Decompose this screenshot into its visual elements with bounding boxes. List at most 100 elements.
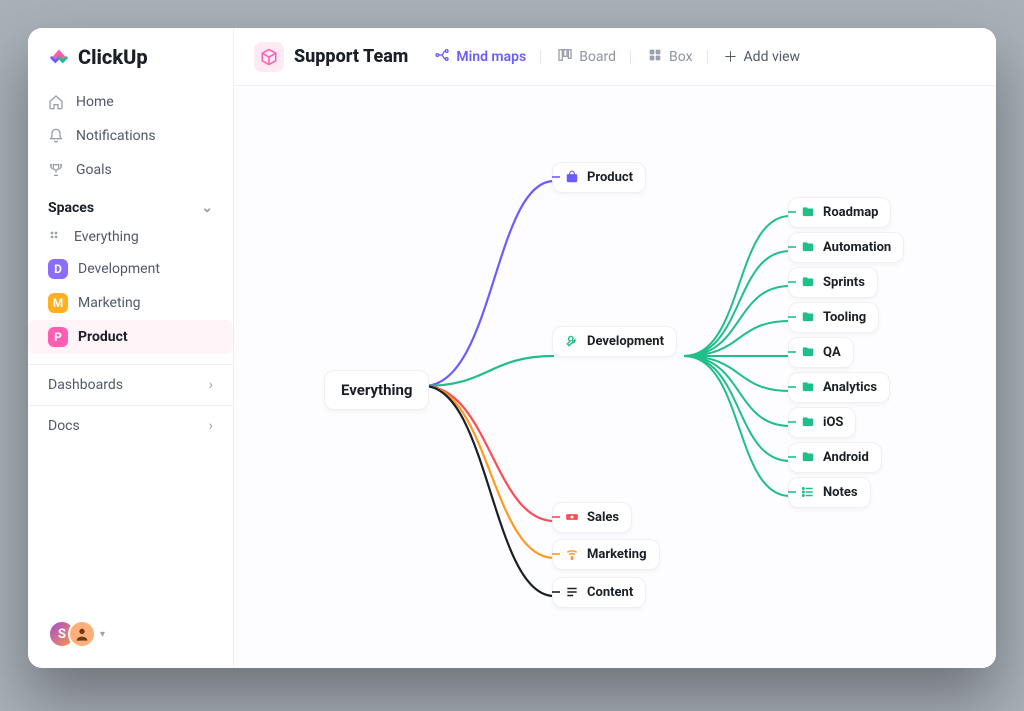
separator [540, 50, 541, 64]
money-icon [565, 510, 579, 524]
node-sales[interactable]: Sales8 [552, 506, 588, 528]
app-window: ClickUp Home Notifications Goals Spaces … [28, 28, 996, 668]
node-dev-notes[interactable]: Notes3 [788, 481, 824, 503]
spaces-list: DDevelopment M Marketing P Product [28, 252, 233, 354]
node-content[interactable]: Content10 [552, 581, 591, 603]
dashboards-label: Dashboards [48, 377, 123, 393]
tab-label: Mind maps [456, 49, 526, 65]
node-root[interactable]: Everything [324, 370, 429, 410]
trophy-icon [48, 162, 64, 178]
page-title-text: Support Team [294, 46, 408, 67]
bell-icon [48, 128, 64, 144]
lines-icon [565, 585, 579, 599]
separator [707, 50, 708, 64]
node-dev-qa[interactable]: QA11 [788, 341, 827, 363]
tab-board[interactable]: Board [557, 47, 631, 67]
node-label: Analytics [823, 380, 877, 395]
node-dev-automation[interactable]: Automation6 [788, 236, 824, 258]
connector-stub [788, 281, 796, 283]
sidebar-docs[interactable]: Docs › [28, 405, 233, 446]
everything-label: Everything [74, 229, 139, 245]
board-icon [557, 47, 573, 67]
tab-label: Box [669, 49, 693, 65]
node-label: Sprints [823, 275, 865, 290]
connector-stub [552, 591, 560, 593]
sidebar-item-everything[interactable]: Everything [28, 222, 233, 252]
connector-stub [788, 351, 796, 353]
tab-mind-maps[interactable]: Mind maps [434, 47, 541, 67]
tab-label: Board [579, 49, 616, 65]
node-dev-sprints[interactable]: Sprints11 [788, 271, 827, 293]
main-area: Support Team Mind maps Board Box [234, 28, 996, 668]
node-dev-tooling[interactable]: Tooling5 [788, 306, 824, 328]
node-dev-analytics[interactable]: Analytics5 [788, 376, 824, 398]
node-label: QA [823, 345, 841, 360]
space-label: Product [78, 329, 128, 345]
folder-icon [801, 275, 815, 289]
sidebar: ClickUp Home Notifications Goals Spaces … [28, 28, 234, 668]
page-title[interactable]: Support Team [254, 42, 408, 72]
mindmap-canvas[interactable]: Everything Product6 Development Sales8 Mark… [234, 86, 996, 668]
brand-logo[interactable]: ClickUp [28, 44, 233, 76]
node-label: Product [587, 170, 633, 185]
folder-icon [801, 205, 815, 219]
sidebar-space-marketing[interactable]: M Marketing [28, 286, 233, 320]
node-product[interactable]: Product6 [552, 166, 588, 188]
list-icon [801, 485, 815, 499]
home-icon [48, 94, 64, 110]
node-label: Automation [823, 240, 891, 255]
caret-down-icon: ▾ [100, 629, 105, 640]
mindmap-icon [434, 47, 450, 67]
connector-stub [552, 176, 560, 178]
connector-stub [788, 246, 796, 248]
sidebar-space-product[interactable]: P Product [28, 320, 233, 354]
connector-stub [788, 421, 796, 423]
node-label: Development [587, 334, 664, 349]
node-label: Sales [587, 510, 619, 525]
docs-label: Docs [48, 418, 80, 434]
nav-label: Notifications [76, 128, 156, 144]
node-label: Android [823, 450, 869, 465]
node-dev-android[interactable]: Android4 [788, 446, 824, 468]
folder-icon [801, 345, 815, 359]
node-marketing[interactable]: Marketing18 [552, 543, 591, 565]
node-label: Roadmap [823, 205, 878, 220]
primary-nav: Home Notifications Goals [28, 86, 233, 186]
nav-goals[interactable]: Goals [28, 154, 233, 186]
node-label: Notes [823, 485, 858, 500]
space-label: Marketing [78, 295, 141, 311]
node-label: Tooling [823, 310, 866, 325]
topbar: Support Team Mind maps Board Box [234, 28, 996, 86]
node-dev-ios[interactable]: iOS1 [788, 411, 824, 433]
cube-icon [254, 42, 284, 72]
box-icon [647, 47, 663, 67]
connector-stub [788, 491, 796, 493]
spaces-header-label: Spaces [48, 200, 94, 216]
space-badge: M [48, 293, 68, 313]
wifi-icon [565, 547, 579, 561]
connector-stub [788, 316, 796, 318]
node-label: Marketing [587, 547, 647, 562]
nav-notifications[interactable]: Notifications [28, 120, 233, 152]
nav-home[interactable]: Home [28, 86, 233, 118]
node-dev-roadmap[interactable]: Roadmap11 [788, 201, 827, 223]
folder-icon [801, 310, 815, 324]
connector-stub [788, 456, 796, 458]
add-view-button[interactable]: ＋ Add view [724, 47, 801, 67]
folder-icon [801, 450, 815, 464]
connector-stub [788, 386, 796, 388]
sidebar-dashboards[interactable]: Dashboards › [28, 364, 233, 405]
brand-name: ClickUp [78, 45, 148, 69]
connector-stub [788, 211, 796, 213]
nav-label: Home [76, 94, 114, 110]
node-label: Content [587, 585, 633, 600]
connector-stub [552, 516, 560, 518]
sidebar-space-development[interactable]: DDevelopment [28, 252, 233, 286]
workspace-switcher[interactable]: S ▾ [28, 610, 233, 658]
space-badge: P [48, 327, 68, 347]
wrench-icon [565, 334, 579, 348]
plus-icon: ＋ [724, 47, 738, 67]
tab-box[interactable]: Box [647, 47, 708, 67]
chevron-down-icon: ⌄ [201, 200, 213, 216]
spaces-header[interactable]: Spaces ⌄ [28, 186, 233, 222]
